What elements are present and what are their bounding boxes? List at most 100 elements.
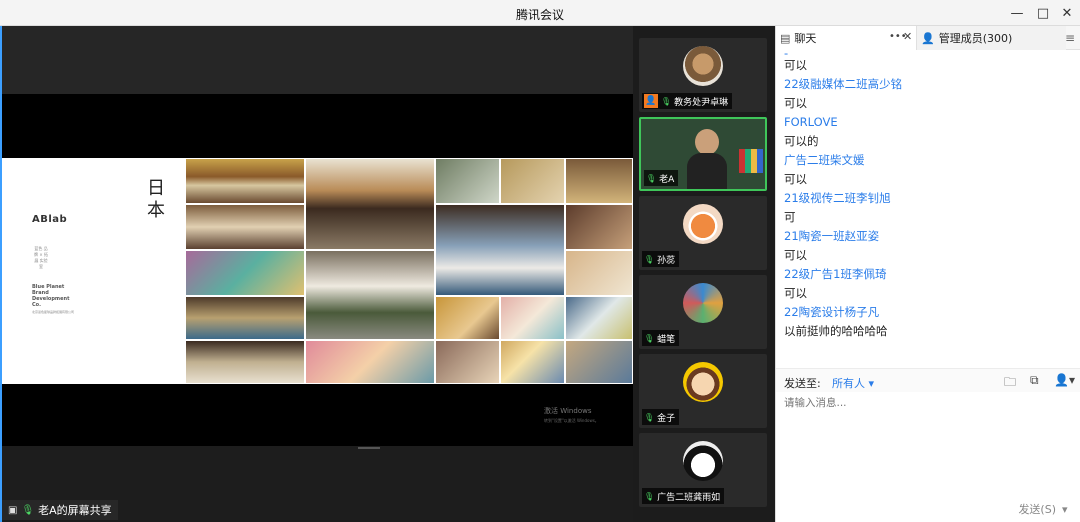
chat-message-text: 可以 (784, 96, 807, 110)
chat-input[interactable] (784, 394, 1074, 412)
user-settings-icon[interactable]: 👤▾ (1054, 373, 1075, 387)
photo-masks (185, 340, 305, 384)
participant-name-tag: 🎙 老A (644, 170, 679, 186)
photo-sweets (565, 250, 633, 296)
chat-bubble-icon: ▤ (780, 31, 791, 45)
photo-people-sign (305, 250, 435, 340)
participant-list: 👤 🎙 教务处尹卓琳 🎙 老A 🎙 孙蕊 🎙 蜡笔 🎙 金子 🎙 广告二班龚雨如 (633, 26, 775, 522)
screen-share-text: 老A的屏幕共享 (38, 504, 112, 517)
participant-tile[interactable]: 👤 🎙 教务处尹卓琳 (639, 38, 767, 112)
photo-crackers (500, 158, 565, 204)
participant-tile[interactable]: 🎙 蜡笔 (639, 275, 767, 349)
screen-bottom-band (2, 384, 633, 446)
photo-shelf-snacks (185, 158, 305, 204)
photo-statue (435, 158, 500, 204)
close-tab-icon[interactable]: ✕ (903, 30, 912, 43)
shared-screen[interactable]: ABlab 蓝色 品牌 × 拓展 实验室 Blue Planet Brand D… (0, 26, 633, 522)
tab-members[interactable]: 👤 管理成员(300) (916, 26, 1066, 50)
photo-stall (565, 158, 633, 204)
chat-message-text: 以前挺帅的哈哈哈哈 (784, 324, 888, 338)
brand-text: Blue Planet Brand Development Co. (32, 284, 70, 308)
photo-market (435, 296, 500, 340)
screenshot-icon[interactable]: ⧉ (1030, 373, 1039, 388)
chat-sender-name: FORLOVE (784, 115, 838, 129)
participant-name-tag: 🎙 金子 (642, 409, 680, 425)
chat-message-text: 可以 (784, 172, 807, 186)
chat-message-list[interactable]: - 可以 22级融媒体二班高少铭 可以 FORLOVE 可以的 广告二班柴文媛 … (776, 50, 1080, 368)
ablab-logo: ABlab (32, 214, 68, 225)
chat-message-text: 可以 (784, 286, 807, 300)
windows-activation-watermark: 激活 Windows 转到"设置"以激活 Windows。 (544, 407, 599, 425)
participant-tile[interactable]: 🎙 孙蕊 (639, 196, 767, 270)
photo-shelf-3 (185, 296, 305, 340)
slide-heading: 日本 (147, 178, 165, 221)
presentation-slide: ABlab 蓝色 品牌 × 拓展 实验室 Blue Planet Brand D… (2, 158, 633, 384)
participant-name-tag: 🎙 蜡笔 (642, 330, 680, 346)
close-button[interactable]: ✕ (1052, 0, 1080, 26)
send-to-bar: 发送至: 所有人 ▾ 🗀 ⧉ 👤▾ (776, 368, 1080, 392)
tab-members-label: 管理成员(300) (938, 32, 1013, 45)
chat-sender-name: 22级广告1班李佩琦 (784, 267, 887, 281)
watermark-line2: 转到"设置"以激活 Windows。 (544, 418, 599, 423)
chat-sender-name: 21级视传二班李钊旭 (784, 191, 891, 205)
chevron-down-icon[interactable]: ▾ (1062, 503, 1068, 516)
screen-black-band (2, 94, 633, 158)
microphone-icon: 🎙 (661, 96, 672, 106)
send-button-label: 发送(S) (1018, 503, 1057, 516)
chat-message-text: 可 (784, 210, 796, 224)
watermark-line1: 激活 Windows (544, 407, 592, 415)
photo-packs (565, 296, 633, 340)
chat-sender-name: 21陶瓷一班赵亚姿 (784, 229, 880, 243)
avatar (683, 204, 723, 244)
photo-storefront (435, 204, 565, 296)
file-icon[interactable]: 🗀 (1004, 373, 1016, 394)
chat-sender-name: 广告二班柴文媛 (784, 153, 865, 167)
photo-bags (500, 340, 565, 384)
participant-tile[interactable]: 🎙 广告二班龚雨如 (639, 433, 767, 507)
microphone-icon: 🎙 (644, 333, 655, 343)
person-icon: 👤 (921, 31, 935, 45)
microphone-icon: 🎙 (644, 412, 655, 422)
panel-menu-icon[interactable]: ≡ (1065, 31, 1075, 45)
participant-tile[interactable]: 🎙 金子 (639, 354, 767, 428)
photo-shop-sign (305, 158, 435, 250)
chat-message-text: 可以 (784, 248, 807, 262)
recipient-dropdown[interactable]: 所有人 ▾ (832, 375, 874, 391)
participant-name-tag: 👤 🎙 教务处尹卓琳 (642, 93, 733, 109)
photo-candy (305, 340, 435, 384)
participant-name: 金子 (657, 413, 676, 424)
screen-share-label[interactable]: ▣ 🎙 老A的屏幕共享 (2, 500, 118, 520)
participant-name: 教务处尹卓琳 (674, 97, 729, 108)
avatar (683, 46, 723, 86)
participant-name: 蜡笔 (657, 334, 676, 345)
chat-message-text: 可以 (784, 58, 807, 72)
photo-display (565, 204, 633, 250)
photo-packages (185, 250, 305, 296)
send-button[interactable]: 发送(S) ▾ (1009, 500, 1077, 518)
photo-shelf-2 (185, 204, 305, 250)
participant-name-tag: 🎙 孙蕊 (642, 251, 680, 267)
panel-tabs: ▤ 聊天 ••• ✕ 👤 管理成员(300) ≡ (776, 26, 1080, 50)
participant-name: 老A (659, 174, 675, 185)
avatar (683, 441, 723, 481)
slide-left-panel: ABlab 蓝色 品牌 × 拓展 实验室 Blue Planet Brand D… (2, 158, 185, 384)
title-bar: 腾讯会议 — □ ✕ (0, 0, 1080, 26)
microphone-icon: 🎙 (644, 491, 655, 501)
participant-tile-active-speaker[interactable]: 🎙 老A (639, 117, 767, 191)
logo-caption: 蓝色 品牌 × 拓展 实验室 (34, 246, 48, 269)
participant-name: 广告二班龚雨如 (657, 492, 721, 503)
screen-top-area (2, 26, 633, 94)
chat-sender-name: 22级融媒体二班高少铭 (784, 77, 903, 91)
host-badge-icon: 👤 (644, 94, 658, 108)
bookshelf-decor (739, 149, 763, 173)
tab-chat-label: 聊天 (794, 32, 817, 45)
avatar (683, 362, 723, 402)
brand-subtext: 北京蓝色星球品牌拓展有限公司 (32, 310, 75, 314)
avatar (683, 283, 723, 323)
chat-panel: ▤ 聊天 ••• ✕ 👤 管理成员(300) ≡ - 可以 22级融媒体二班高少… (775, 26, 1080, 522)
screen-scroll-indicator[interactable] (358, 447, 380, 449)
participant-name-tag: 🎙 广告二班龚雨如 (642, 488, 725, 504)
microphone-icon: 🎙 (646, 173, 657, 183)
microphone-icon: 🎙 (644, 254, 655, 264)
photo-collage (185, 158, 633, 384)
